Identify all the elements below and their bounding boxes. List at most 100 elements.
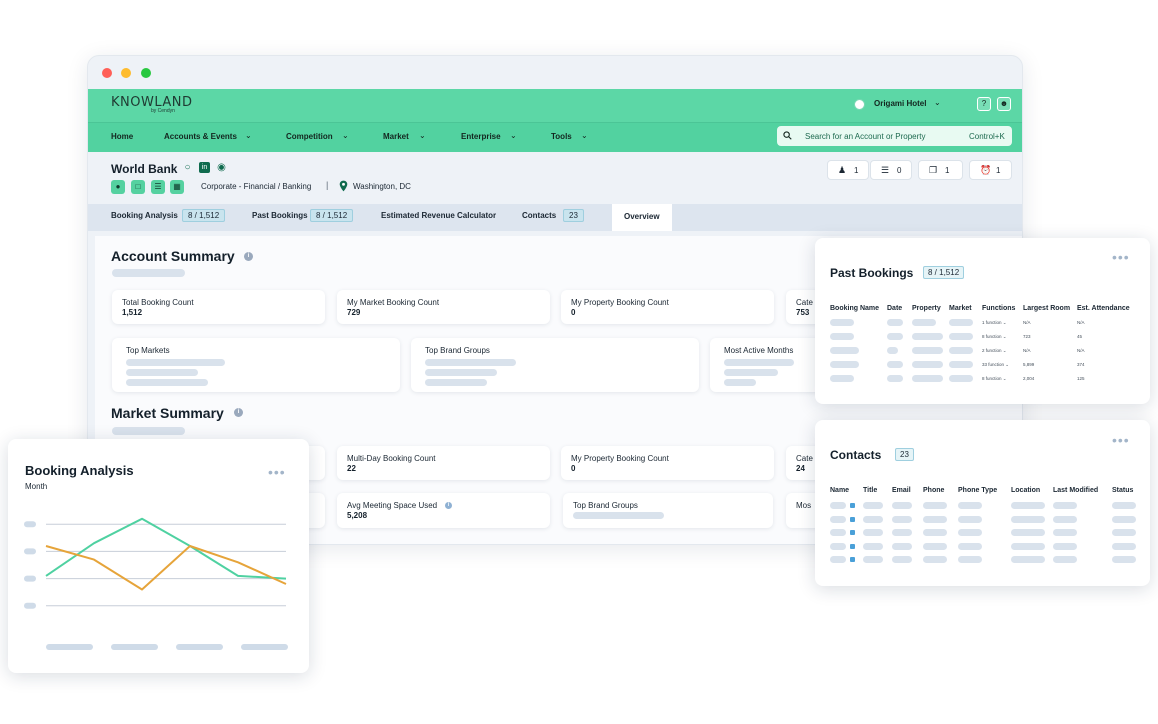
maximize-window-dot[interactable] xyxy=(141,68,151,78)
nav-competition[interactable]: Competition xyxy=(286,132,333,141)
chevron-down-icon[interactable]: ⌄ xyxy=(419,131,426,140)
account-location: Washington, DC xyxy=(353,182,411,191)
location-tag-icon[interactable]: ● xyxy=(111,180,125,194)
column-header[interactable]: Name xyxy=(830,487,849,494)
column-header[interactable]: Largest Room xyxy=(1023,305,1070,312)
column-header[interactable]: Location xyxy=(1011,487,1040,494)
placeholder-cell xyxy=(958,502,982,509)
column-header[interactable]: Email xyxy=(892,487,911,494)
building-tag-icon[interactable]: ▦ xyxy=(170,180,184,194)
column-header[interactable]: Last Modified xyxy=(1053,487,1098,494)
tab-past-bookings[interactable]: Past Bookings xyxy=(252,211,308,220)
placeholder-cell xyxy=(923,502,947,509)
column-header[interactable]: Phone xyxy=(923,487,944,494)
minimize-window-dot[interactable] xyxy=(121,68,131,78)
nav-home[interactable]: Home xyxy=(111,132,133,141)
tab-overview[interactable]: Overview xyxy=(612,204,672,231)
attendance-cell: 374 xyxy=(1077,362,1085,367)
stat-copies[interactable]: ❐ 1 xyxy=(918,160,963,180)
info-icon[interactable]: i xyxy=(244,252,253,261)
placeholder-bar xyxy=(573,512,664,519)
y-tick-placeholder xyxy=(24,548,36,555)
layers-tag-icon[interactable]: ☰ xyxy=(151,180,165,194)
chevron-down-icon[interactable]: ⌄ xyxy=(342,131,349,140)
placeholder-cell xyxy=(1112,529,1136,536)
column-header[interactable]: Status xyxy=(1112,487,1133,494)
functions-cell: 8 function ⌄ xyxy=(982,334,1007,339)
column-header[interactable]: Est. Attendance xyxy=(1077,305,1130,312)
y-tick-placeholder xyxy=(24,521,36,528)
placeholder-cell xyxy=(887,319,903,326)
placeholder-bar xyxy=(724,359,794,366)
stat-layers[interactable]: ☰ 0 xyxy=(870,160,912,180)
chevron-down-icon[interactable]: ⌄ xyxy=(245,131,252,140)
column-header[interactable]: Phone Type xyxy=(958,487,997,494)
column-header[interactable]: Market xyxy=(949,305,972,312)
functions-cell: 2 function ⌄ xyxy=(982,348,1007,353)
attendance-cell: N/A xyxy=(1077,320,1085,325)
search-placeholder[interactable]: Search for an Account or Property xyxy=(805,132,926,141)
stat-users[interactable]: ♟ 1 xyxy=(827,160,869,180)
placeholder-cell xyxy=(912,347,943,354)
column-header[interactable]: Date xyxy=(887,305,902,312)
placeholder-cell xyxy=(887,375,903,382)
nav-enterprise[interactable]: Enterprise xyxy=(461,132,501,141)
placeholder-bar xyxy=(112,427,185,435)
tab-badge: 8 / 1,512 xyxy=(310,209,354,222)
placeholder-cell xyxy=(830,361,859,368)
linkedin-icon[interactable] xyxy=(850,516,855,522)
nav-tools[interactable]: Tools xyxy=(551,132,572,141)
more-options-icon[interactable]: ••• xyxy=(1112,250,1130,264)
column-header[interactable]: Booking Name xyxy=(830,305,879,312)
placeholder-cell xyxy=(1053,502,1077,509)
placeholder-bar xyxy=(112,269,185,277)
linkedin-icon[interactable] xyxy=(850,543,855,549)
tab-estimated-revenue-calculator[interactable]: Estimated Revenue Calculator xyxy=(381,211,496,220)
copy-tag-icon[interactable]: □ xyxy=(131,180,145,194)
top-markets-card: Top Markets xyxy=(112,338,400,392)
tab-booking-analysis[interactable]: Booking Analysis xyxy=(111,211,178,220)
placeholder-cell xyxy=(1011,529,1045,536)
placeholder-cell xyxy=(1053,529,1077,536)
linkedin-icon[interactable]: in xyxy=(199,162,210,173)
more-options-icon[interactable]: ••• xyxy=(1112,433,1130,447)
placeholder-cell xyxy=(1011,502,1045,509)
placeholder-cell xyxy=(912,361,943,368)
placeholder-cell xyxy=(1053,556,1077,563)
binoculars-icon[interactable]: ◉ xyxy=(216,162,227,173)
column-header[interactable]: Functions xyxy=(982,305,1015,312)
info-icon[interactable]: i xyxy=(234,408,243,417)
placeholder-bar xyxy=(425,379,487,386)
globe-icon[interactable]: ○ xyxy=(182,162,193,173)
x-tick-placeholder xyxy=(46,644,93,650)
info-icon[interactable]: i xyxy=(445,502,452,509)
close-window-dot[interactable] xyxy=(102,68,112,78)
linkedin-icon[interactable] xyxy=(850,530,855,535)
help-icon[interactable]: ? xyxy=(977,97,991,111)
tab-contacts[interactable]: Contacts xyxy=(522,211,556,220)
stat-alarms[interactable]: ⏰ 1 xyxy=(969,160,1012,180)
placeholder-cell xyxy=(958,556,982,563)
placeholder-cell xyxy=(892,542,912,550)
column-header[interactable]: Title xyxy=(863,487,877,494)
largest-room-cell: 723 xyxy=(1023,334,1031,339)
linkedin-icon[interactable] xyxy=(850,503,855,508)
hotel-selector[interactable]: Origami Hotel xyxy=(874,99,926,108)
placeholder-cell xyxy=(1112,515,1136,523)
account-category: Corporate - Financial / Banking xyxy=(201,182,312,191)
placeholder-cell xyxy=(863,529,883,536)
linkedin-icon[interactable] xyxy=(850,557,855,562)
hotel-icon xyxy=(854,99,865,110)
series-line-0 xyxy=(45,517,287,580)
column-header[interactable]: Property xyxy=(912,305,941,312)
chevron-down-icon[interactable]: ⌄ xyxy=(510,131,517,140)
placeholder-cell xyxy=(949,333,973,340)
nav-market[interactable]: Market xyxy=(383,132,409,141)
nav-accounts-events[interactable]: Accounts & Events xyxy=(164,132,237,141)
user-profile-icon[interactable]: ☻ xyxy=(997,97,1011,111)
chevron-down-icon[interactable]: ⌄ xyxy=(934,98,941,107)
chevron-down-icon[interactable]: ⌄ xyxy=(581,131,588,140)
past-bookings-panel: ••• Past Bookings 8 / 1,512 Booking Name… xyxy=(815,238,1150,404)
placeholder-cell xyxy=(892,556,912,563)
placeholder-cell xyxy=(830,347,859,354)
